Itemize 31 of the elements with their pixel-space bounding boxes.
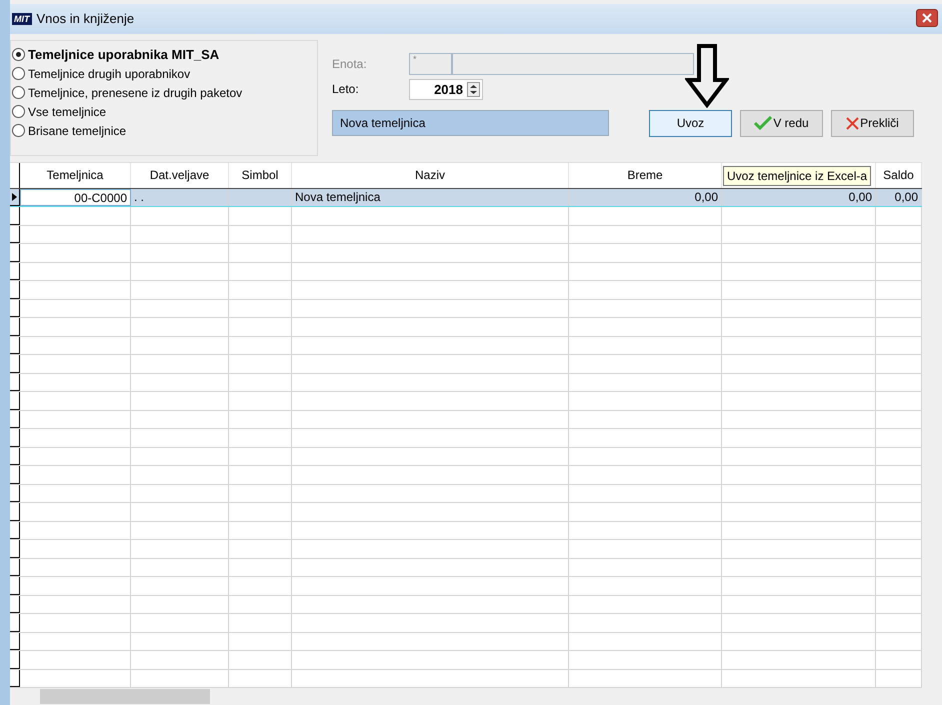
filter-radio[interactable]: Vse temeljnice [12, 104, 317, 120]
leto-label: Leto: [332, 82, 360, 96]
filter-radio[interactable]: Temeljnice, prenesene iz drugih paketov [12, 84, 317, 101]
import-button[interactable]: Uvoz [649, 110, 732, 137]
year-spinner[interactable]: 2018 [409, 78, 483, 100]
table-cell: Nova temeljnica [292, 188, 569, 206]
filter-radio[interactable]: Temeljnice drugih uporabnikov [12, 66, 317, 82]
table-cell: 0,00 [722, 188, 876, 206]
tooltip: Uvoz temeljnice iz Excel-a [723, 166, 872, 186]
filter-radio[interactable]: Brisane temeljnice [12, 122, 317, 139]
column-header[interactable]: Simbol [229, 162, 292, 188]
filter-radio[interactable]: Temeljnice uporabnika MIT_SA [12, 46, 317, 63]
window-title: Vnos in knjiženje [36, 11, 134, 26]
table-row[interactable]: 00-C0000 . . Nova temeljnica 0,00 0,00 0,00 [10, 188, 922, 207]
table-cell: 0,00 [569, 188, 722, 206]
cancel-button[interactable]: Prekliči [831, 110, 914, 137]
radio-label: Brisane temeljnice [28, 124, 126, 138]
table-cell: 00-C0000 [20, 188, 131, 206]
table-cell: . . [131, 188, 229, 206]
radio-label: Temeljnice uporabnika MIT_SA [28, 47, 220, 62]
column-header[interactable]: Dat.veljave [131, 162, 229, 188]
column-header[interactable]: Naziv [292, 162, 569, 188]
radio-label: Vse temeljnice [28, 104, 106, 119]
enota-label: Enota: [332, 57, 368, 72]
radio-label: Temeljnice, prenesene iz drugih paketov [28, 86, 242, 100]
ok-button[interactable]: V redu [740, 110, 823, 137]
radio-label: Temeljnice drugih uporabnikov [28, 66, 190, 81]
app-logo: MIT [12, 12, 32, 25]
column-header[interactable]: Breme [569, 162, 722, 188]
status-text: Nova temeljnica [332, 110, 609, 136]
column-header[interactable]: Temeljnica [20, 162, 131, 188]
